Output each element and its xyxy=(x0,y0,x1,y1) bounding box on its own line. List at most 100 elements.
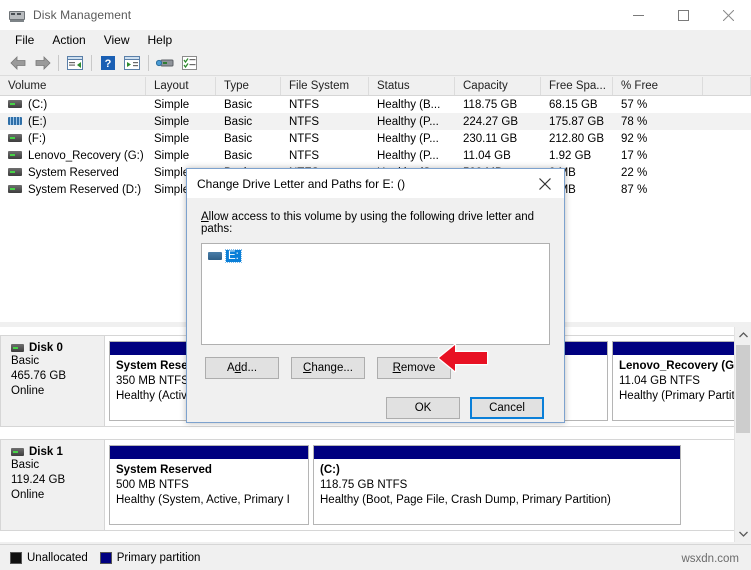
dialog-instruction-text: llow access to this volume by using the … xyxy=(201,211,535,235)
help-icon[interactable]: ? xyxy=(96,52,120,74)
disk-type: Basic xyxy=(11,355,40,367)
legend-item: Unallocated xyxy=(10,551,88,564)
table-row[interactable]: (E:) Simple Basic NTFS Healthy (P... 224.27 G… xyxy=(0,113,751,130)
up-one-level-icon[interactable] xyxy=(63,52,87,74)
red-left-arrow xyxy=(437,342,489,374)
ok-button[interactable]: OK xyxy=(386,397,460,419)
partition-color-bar xyxy=(314,446,680,459)
svg-text:?: ? xyxy=(105,58,112,70)
cancel-button[interactable]: Cancel xyxy=(470,397,544,419)
toolbar-separator xyxy=(148,54,149,71)
scroll-up-arrow-icon[interactable] xyxy=(735,327,751,343)
column-header-status[interactable]: Status xyxy=(369,77,455,95)
cell-status: Healthy (P... xyxy=(377,132,439,145)
cell-capacity: 230.11 GB xyxy=(463,132,518,145)
disk-size: 119.24 GB xyxy=(11,474,66,486)
cell-filesystem: NTFS xyxy=(289,98,320,111)
cell-pctfree: 78 % xyxy=(621,115,648,128)
table-row[interactable]: (F:) Simple Basic NTFS Healthy (P... 230.11 G… xyxy=(0,130,751,147)
rescan-disks-icon[interactable] xyxy=(153,52,177,74)
add-button[interactable]: Ad d... xyxy=(205,357,279,379)
disk-icon xyxy=(11,344,24,352)
volume-label: (F:) xyxy=(28,132,46,145)
cell-capacity: 11.04 GB xyxy=(463,149,511,162)
add-button-suffix: d... xyxy=(241,362,258,374)
disk-name: Disk 1 xyxy=(29,446,63,458)
partition-status: Healthy (Boot, Page File, Crash Dump, Pr… xyxy=(320,494,611,506)
scroll-down-arrow-icon[interactable] xyxy=(735,526,751,542)
legend-swatch xyxy=(10,551,22,564)
disk-type: Basic xyxy=(11,459,40,471)
disk-icon xyxy=(11,448,24,456)
cell-layout: Simple xyxy=(154,98,190,111)
table-row[interactable]: Lenovo_Recovery (G:) Simple Basic NTFS Healt… xyxy=(0,147,751,164)
close-icon[interactable] xyxy=(706,0,751,30)
back-icon[interactable] xyxy=(6,52,30,74)
disk-info[interactable]: Disk 1 Basic 119.24 GB Online xyxy=(1,440,105,530)
properties-icon[interactable] xyxy=(177,52,201,74)
volume-icon xyxy=(8,151,22,160)
dialog-body: Allow access to this volume by using the… xyxy=(187,199,564,419)
cell-type: Basic xyxy=(224,98,253,111)
cell-free: 1.92 GB xyxy=(549,149,592,162)
partition-details: Lenovo_Recovery (G:) 11.04 GB NTFS Healthy… xyxy=(613,355,751,404)
legend-label: Unallocated xyxy=(27,551,88,564)
disk-info[interactable]: Disk 0 Basic 465.76 GB Online xyxy=(1,336,105,426)
scrollbar-thumb[interactable] xyxy=(736,345,750,433)
column-header-capacity[interactable]: Capacity xyxy=(455,77,541,95)
column-header-file-system[interactable]: File System xyxy=(281,77,369,95)
menu-bar: File Action View Help xyxy=(0,30,751,50)
drive-letter-label: E: xyxy=(225,249,242,263)
maximize-icon[interactable] xyxy=(661,0,706,30)
column-header-volume[interactable]: Volume xyxy=(0,77,146,95)
menu-help[interactable]: Help xyxy=(139,31,182,49)
partition-block[interactable]: Lenovo_Recovery (G:) 11.04 GB NTFS Healthy… xyxy=(612,341,751,421)
column-header-blank[interactable] xyxy=(703,77,751,95)
drive-paths-listbox[interactable]: E: xyxy=(201,243,550,345)
toolbar-separator xyxy=(91,54,92,71)
partition-color-bar xyxy=(110,446,308,459)
graphical-view-scrollbar[interactable] xyxy=(734,327,751,542)
dialog-close-icon[interactable] xyxy=(526,170,564,198)
menu-action[interactable]: Action xyxy=(43,31,94,49)
list-item[interactable]: E: xyxy=(208,249,242,263)
partition-title: Lenovo_Recovery (G:) xyxy=(619,360,742,372)
menu-file[interactable]: File xyxy=(6,31,43,49)
disk-title: Disk 1 xyxy=(11,446,104,458)
dialog-title-bar: Change Drive Letter and Paths for E: () xyxy=(187,169,564,199)
column-header-type[interactable]: Type xyxy=(216,77,281,95)
cell-layout: Simple xyxy=(154,149,190,162)
column-header-free-spa[interactable]: Free Spa... xyxy=(541,77,613,95)
cell-type: Basic xyxy=(224,132,253,145)
partition-block[interactable]: (C:) 118.75 GB NTFS Healthy (Boot, Page Fi… xyxy=(313,445,681,525)
cell-status: Healthy (P... xyxy=(377,149,439,162)
disk-panel-disk-1[interactable]: Disk 1 Basic 119.24 GB Online System Reserve… xyxy=(0,439,736,531)
change-button[interactable]: Change... xyxy=(291,357,365,379)
disk-state: Online xyxy=(11,385,45,397)
forward-icon[interactable] xyxy=(30,52,54,74)
change-button-suffix: hange... xyxy=(311,362,353,374)
disk-management-icon xyxy=(9,7,25,23)
disk-state: Online xyxy=(11,489,45,501)
cell-capacity: 118.75 GB xyxy=(463,98,518,111)
dialog-instruction: Allow access to this volume by using the… xyxy=(201,211,550,235)
column-header-layout[interactable]: Layout xyxy=(146,77,216,95)
volume-name-cell: Lenovo_Recovery (G:) xyxy=(0,150,146,162)
partition-block[interactable]: System Reserved 500 MB NTFS Healthy (Syste… xyxy=(109,445,309,525)
dialog-title: Change Drive Letter and Paths for E: () xyxy=(197,176,406,191)
menu-view[interactable]: View xyxy=(95,31,139,49)
cell-pctfree: 17 % xyxy=(621,149,648,162)
legend-item: Primary partition xyxy=(99,551,200,564)
partition-details: System Reserved 500 MB NTFS Healthy (Syste… xyxy=(110,459,308,508)
partition-size: 500 MB NTFS xyxy=(116,479,189,491)
cell-filesystem: NTFS xyxy=(289,149,320,162)
remove-button-suffix: emove xyxy=(400,362,436,374)
column-header-free[interactable]: % Free xyxy=(613,77,703,95)
minimize-icon[interactable] xyxy=(616,0,661,30)
cell-status: Healthy (P... xyxy=(377,115,439,128)
dialog-instruction-accel: A xyxy=(201,211,209,223)
table-row[interactable]: (C:) Simple Basic NTFS Healthy (B... 118.75 G… xyxy=(0,96,751,113)
volume-name-cell: (F:) xyxy=(0,133,146,145)
show-hide-console-tree-icon[interactable] xyxy=(120,52,144,74)
watermark: wsxdn.com xyxy=(681,553,739,565)
